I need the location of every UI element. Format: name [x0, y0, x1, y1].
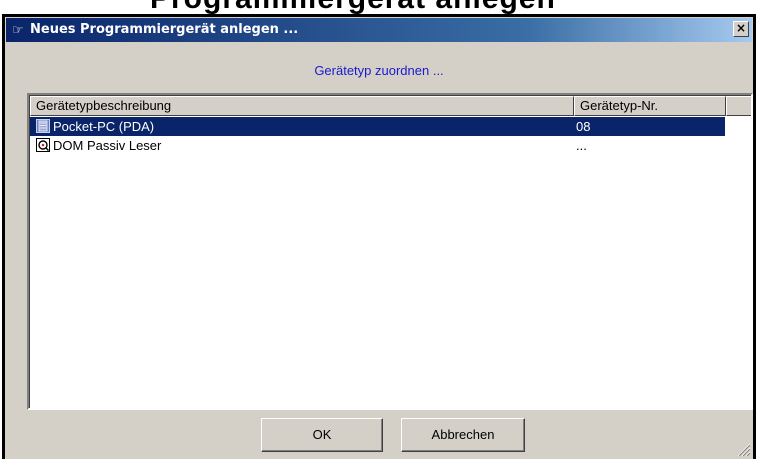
screen: Programmiergerät anlegen ☞ Neues Program…: [0, 0, 760, 459]
close-button[interactable]: ×: [733, 21, 749, 37]
reader-icon: [36, 138, 50, 152]
pda-icon: [36, 119, 50, 133]
window-title: Neues Programmiergerät anlegen ...: [30, 22, 299, 37]
list-item[interactable]: DOM Passiv Leser ...: [30, 136, 725, 155]
row-number: 08: [576, 119, 591, 134]
device-type-list[interactable]: Gerätetypbeschreibung Gerätetyp-Nr. Pock…: [27, 93, 753, 410]
dialog-heading: Gerätetyp zuordnen ...: [314, 63, 444, 78]
background-window-strip: Programmiergerät anlegen: [0, 0, 760, 14]
list-item[interactable]: Pocket-PC (PDA) 08: [30, 117, 725, 136]
column-header-number[interactable]: Gerätetyp-Nr.: [574, 96, 726, 116]
resize-grip-icon[interactable]: [735, 441, 751, 457]
row-number: ...: [576, 138, 587, 153]
title-bar[interactable]: ☞ Neues Programmiergerät anlegen ... ×: [6, 18, 752, 42]
cancel-button[interactable]: Abbrechen: [401, 418, 525, 452]
column-header-filler: [726, 96, 751, 116]
list-header: Gerätetypbeschreibung Gerätetyp-Nr.: [30, 96, 751, 116]
pointing-hand-icon: ☞: [12, 22, 24, 37]
row-description: Pocket-PC (PDA): [53, 119, 155, 134]
ok-button[interactable]: OK: [261, 418, 383, 452]
row-description: DOM Passiv Leser: [53, 138, 162, 153]
dialog-window: ☞ Neues Programmiergerät anlegen ... × G…: [2, 14, 756, 459]
column-header-description[interactable]: Gerätetypbeschreibung: [30, 96, 574, 116]
background-window-title: Programmiergerät anlegen: [150, 0, 556, 14]
